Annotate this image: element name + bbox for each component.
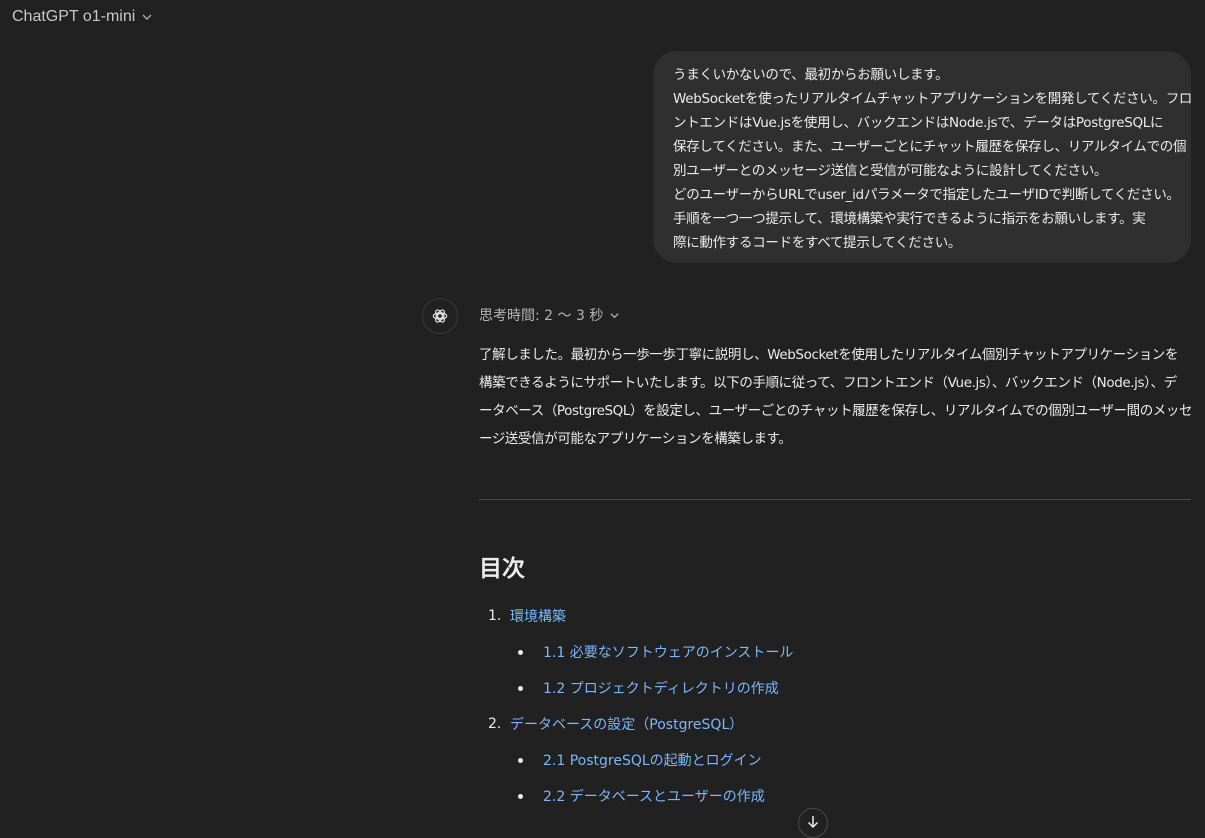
toc-link[interactable]: 1.1 必要なソフトウェアのインストール xyxy=(543,642,793,662)
toc-item: 2. データベースの設定（PostgreSQL） xyxy=(488,706,793,742)
user-message-line: うまくいかないので、最初からお願いします。 xyxy=(673,67,949,83)
thinking-toggle[interactable]: 思考時間: 2 〜 3 秒 xyxy=(479,305,620,325)
toc-link[interactable]: 2.1 PostgreSQLの起動とログイン xyxy=(543,750,762,770)
user-message-line: ントエンドはVue.jsを使用し、バックエンドはNode.jsで、データはPos… xyxy=(673,115,1164,131)
user-message-bubble: うまくいかないので、最初からお願いします。 WebSocketを使ったリアルタイ… xyxy=(653,51,1193,263)
chevron-down-icon xyxy=(142,14,152,20)
model-name: ChatGPT o1-mini xyxy=(12,8,136,25)
bullet xyxy=(518,649,523,655)
user-message-line: 別ユーザーとのメッセージ送信と受信が可能なように設計してください。 xyxy=(673,163,1108,179)
toc-heading: 目次 xyxy=(479,556,525,582)
user-message-line: 手順を一つ一つ提示して、環境構築や実行できるように指示をお願いします。実 xyxy=(673,211,1146,227)
intro-line: ータベース（PostgreSQL）を設定し、ユーザーごとのチャット履歴を保存し、… xyxy=(479,403,1193,419)
bullet xyxy=(518,685,523,691)
user-message-line: どのユーザーからURLでuser_idパラメータで指定したユーザIDで判断してく… xyxy=(673,187,1180,203)
toc-link[interactable]: 環境構築 xyxy=(510,606,566,626)
toc-subitem: 2.2 データベースとユーザーの作成 xyxy=(488,778,793,814)
toc-number: 2. xyxy=(488,716,502,732)
openai-logo-icon xyxy=(432,309,448,323)
model-selector[interactable]: ChatGPT o1-mini xyxy=(12,8,153,26)
toc-link[interactable]: 1.2 プロジェクトディレクトリの作成 xyxy=(543,678,779,698)
thinking-label: 思考時間: 2 〜 3 秒 xyxy=(479,308,604,324)
toc-subitem: 1.1 必要なソフトウェアのインストール xyxy=(488,634,793,670)
toc-subitem: 1.2 プロジェクトディレクトリの作成 xyxy=(488,670,793,706)
chevron-down-icon xyxy=(610,312,619,318)
user-message-line: 際に動作するコードをすべて提示してください。 xyxy=(673,235,962,251)
intro-line: ージ送受信が可能なアプリケーションを構築します。 xyxy=(479,431,792,447)
divider xyxy=(479,499,1191,500)
user-message-line: 保存してください。また、ユーザーごとにチャット履歴を保存し、リアルタイムでの個 xyxy=(673,139,1187,155)
toc-number: 1. xyxy=(488,608,502,624)
toc-subitem: 2.1 PostgreSQLの起動とログイン xyxy=(488,742,793,778)
toc-link[interactable]: 2.2 データベースとユーザーの作成 xyxy=(543,786,765,806)
scroll-to-bottom-button[interactable] xyxy=(798,808,828,838)
assistant-intro: 了解しました。最初から一歩一歩丁寧に説明し、WebSocketを使用したリアルタ… xyxy=(479,341,1193,453)
table-of-contents: 1. 環境構築 1.1 必要なソフトウェアのインストール 1.2 プロジェクトデ… xyxy=(488,598,793,814)
bullet xyxy=(518,757,523,763)
user-message-line: WebSocketを使ったリアルタイムチャットアプリケーションを開発してください… xyxy=(673,91,1193,107)
toc-item: 1. 環境構築 xyxy=(488,598,793,634)
bullet xyxy=(518,793,523,799)
arrow-down-icon xyxy=(807,816,819,829)
intro-line: 構築できるようにサポートいたします。以下の手順に従って、フロントエンド（Vue.… xyxy=(479,375,1177,391)
assistant-avatar xyxy=(422,298,458,334)
toc-link[interactable]: データベースの設定（PostgreSQL） xyxy=(510,714,743,734)
intro-line: 了解しました。最初から一歩一歩丁寧に説明し、WebSocketを使用したリアルタ… xyxy=(479,347,1179,363)
